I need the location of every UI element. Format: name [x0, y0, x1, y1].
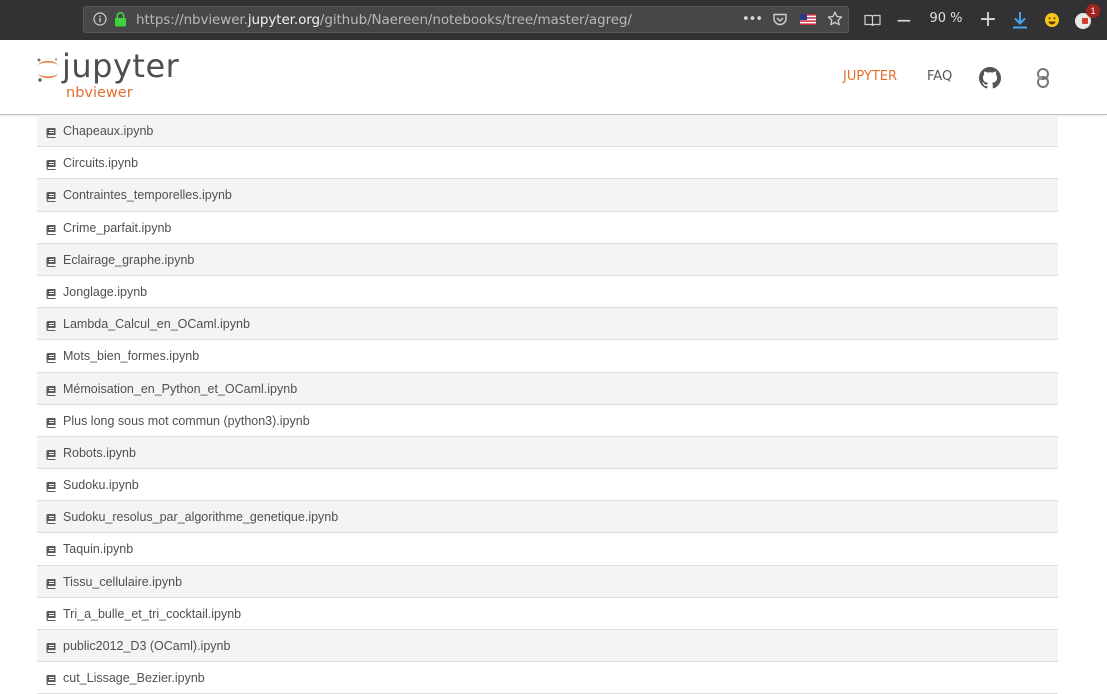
url-path: /github/Naereen/notebooks/tree/master/ag…	[319, 12, 632, 28]
file-link[interactable]: Mots_bien_formes.ipynb	[63, 349, 199, 363]
notebook-icon	[46, 189, 57, 207]
list-item[interactable]: Taquin.ipynb	[37, 533, 1058, 566]
list-item[interactable]: Mémoisation_en_Python_et_OCaml.ipynb	[37, 372, 1058, 405]
list-item[interactable]: Circuits.ipynb	[37, 147, 1058, 180]
list-item[interactable]: Contraintes_temporelles.ipynb	[37, 179, 1058, 212]
list-item[interactable]: Chapeaux.ipynb	[37, 115, 1058, 148]
file-link[interactable]: Chapeaux.ipynb	[63, 124, 153, 138]
notebook-icon	[46, 479, 57, 497]
file-link[interactable]: Lambda_Calcul_en_OCaml.ipynb	[63, 317, 250, 331]
file-link[interactable]: Eclairage_graphe.ipynb	[63, 253, 194, 267]
notebook-icon	[46, 318, 57, 336]
list-item[interactable]: cut_Lissage_Bezier.ipynb	[37, 662, 1058, 694]
file-link[interactable]: Sudoku.ipynb	[63, 478, 139, 492]
notification-badge: 1	[1086, 4, 1100, 18]
notebook-icon	[46, 383, 57, 401]
file-link[interactable]: Plus long sous mot commun (python3).ipyn…	[63, 414, 310, 428]
notebook-icon	[46, 672, 57, 690]
zoom-level[interactable]: 90 %	[922, 11, 970, 26]
logo-text[interactable]: jupyter	[62, 47, 179, 85]
page-actions-icon[interactable]: •••	[741, 10, 763, 28]
url-prefix: https://nbviewer.	[136, 12, 248, 28]
reader-view-icon[interactable]	[862, 11, 882, 29]
notebook-icon	[46, 415, 57, 433]
list-item[interactable]: Crime_parfait.ipynb	[37, 211, 1058, 244]
url-bar[interactable]: https://nbviewer.jupyter.org/github/Naer…	[83, 6, 849, 33]
list-item[interactable]: Lambda_Calcul_en_OCaml.ipynb	[37, 308, 1058, 341]
notebook-icon	[46, 640, 57, 658]
file-link[interactable]: Sudoku_resolus_par_algorithme_genetique.…	[63, 510, 338, 524]
file-link[interactable]: Tri_a_bulle_et_tri_cocktail.ipynb	[63, 607, 241, 621]
zoom-out-icon[interactable]: −	[894, 8, 914, 32]
notebook-icon	[46, 576, 57, 594]
notebook-icon	[46, 511, 57, 529]
logo-subtitle[interactable]: nbviewer	[66, 85, 133, 101]
file-link[interactable]: public2012_D3 (OCaml).ipynb	[63, 639, 230, 653]
github-icon[interactable]	[979, 67, 1001, 94]
file-link[interactable]: Circuits.ipynb	[63, 156, 138, 170]
download-icon[interactable]	[1011, 10, 1029, 30]
list-item[interactable]: Tissu_cellulaire.ipynb	[37, 565, 1058, 598]
file-link[interactable]: Contraintes_temporelles.ipynb	[63, 188, 232, 202]
list-item[interactable]: Sudoku.ipynb	[37, 469, 1058, 502]
list-item[interactable]: Robots.ipynb	[37, 436, 1058, 470]
file-listing: Chapeaux.ipynb Circuits.ipynb Contraintes_…	[37, 115, 1058, 694]
notebook-icon	[46, 543, 57, 561]
list-item[interactable]: Tri_a_bulle_et_tri_cocktail.ipynb	[37, 597, 1058, 630]
url-text[interactable]: https://nbviewer.jupyter.org/github/Naer…	[136, 12, 632, 28]
notebook-icon	[46, 222, 57, 240]
file-link[interactable]: cut_Lissage_Bezier.ipynb	[63, 671, 205, 685]
notebook-icon	[46, 254, 57, 272]
zoom-in-icon[interactable]: +	[978, 7, 998, 32]
file-link[interactable]: Robots.ipynb	[63, 446, 136, 460]
lock-icon[interactable]	[112, 11, 128, 27]
list-item[interactable]: public2012_D3 (OCaml).ipynb	[37, 630, 1058, 663]
list-item[interactable]: Jonglage.ipynb	[37, 275, 1058, 309]
file-link[interactable]: Crime_parfait.ipynb	[63, 221, 171, 235]
url-host: jupyter.org	[247, 12, 320, 28]
notebook-icon	[46, 608, 57, 626]
notebook-icon	[46, 157, 57, 175]
notebook-icon	[46, 447, 57, 465]
info-icon[interactable]	[92, 11, 108, 27]
binder-icon[interactable]	[1033, 67, 1053, 94]
emoji-icon[interactable]	[1043, 11, 1061, 29]
list-item[interactable]: Mots_bien_formes.ipynb	[37, 340, 1058, 373]
bookmark-star-icon[interactable]	[826, 10, 844, 28]
nav-jupyter-link[interactable]: JUPYTER	[843, 69, 897, 84]
list-item[interactable]: Sudoku_resolus_par_algorithme_genetique.…	[37, 501, 1058, 534]
notebook-icon	[46, 286, 57, 304]
notebook-icon	[46, 350, 57, 368]
jupyter-logo-icon[interactable]	[36, 56, 60, 89]
notebook-icon	[46, 125, 57, 143]
file-link[interactable]: Taquin.ipynb	[63, 542, 133, 556]
file-link[interactable]: Tissu_cellulaire.ipynb	[63, 575, 182, 589]
pocket-icon[interactable]	[771, 10, 789, 28]
list-item[interactable]: Plus long sous mot commun (python3).ipyn…	[37, 404, 1058, 437]
file-link[interactable]: Mémoisation_en_Python_et_OCaml.ipynb	[63, 382, 297, 396]
file-link[interactable]: Jonglage.ipynb	[63, 285, 147, 299]
list-item[interactable]: Eclairage_graphe.ipynb	[37, 243, 1058, 276]
flag-icon[interactable]	[799, 11, 817, 27]
nav-faq-link[interactable]: FAQ	[927, 69, 952, 84]
site-header: jupyter nbviewer JUPYTER FAQ	[0, 40, 1107, 115]
browser-toolbar: https://nbviewer.jupyter.org/github/Naer…	[0, 0, 1107, 40]
